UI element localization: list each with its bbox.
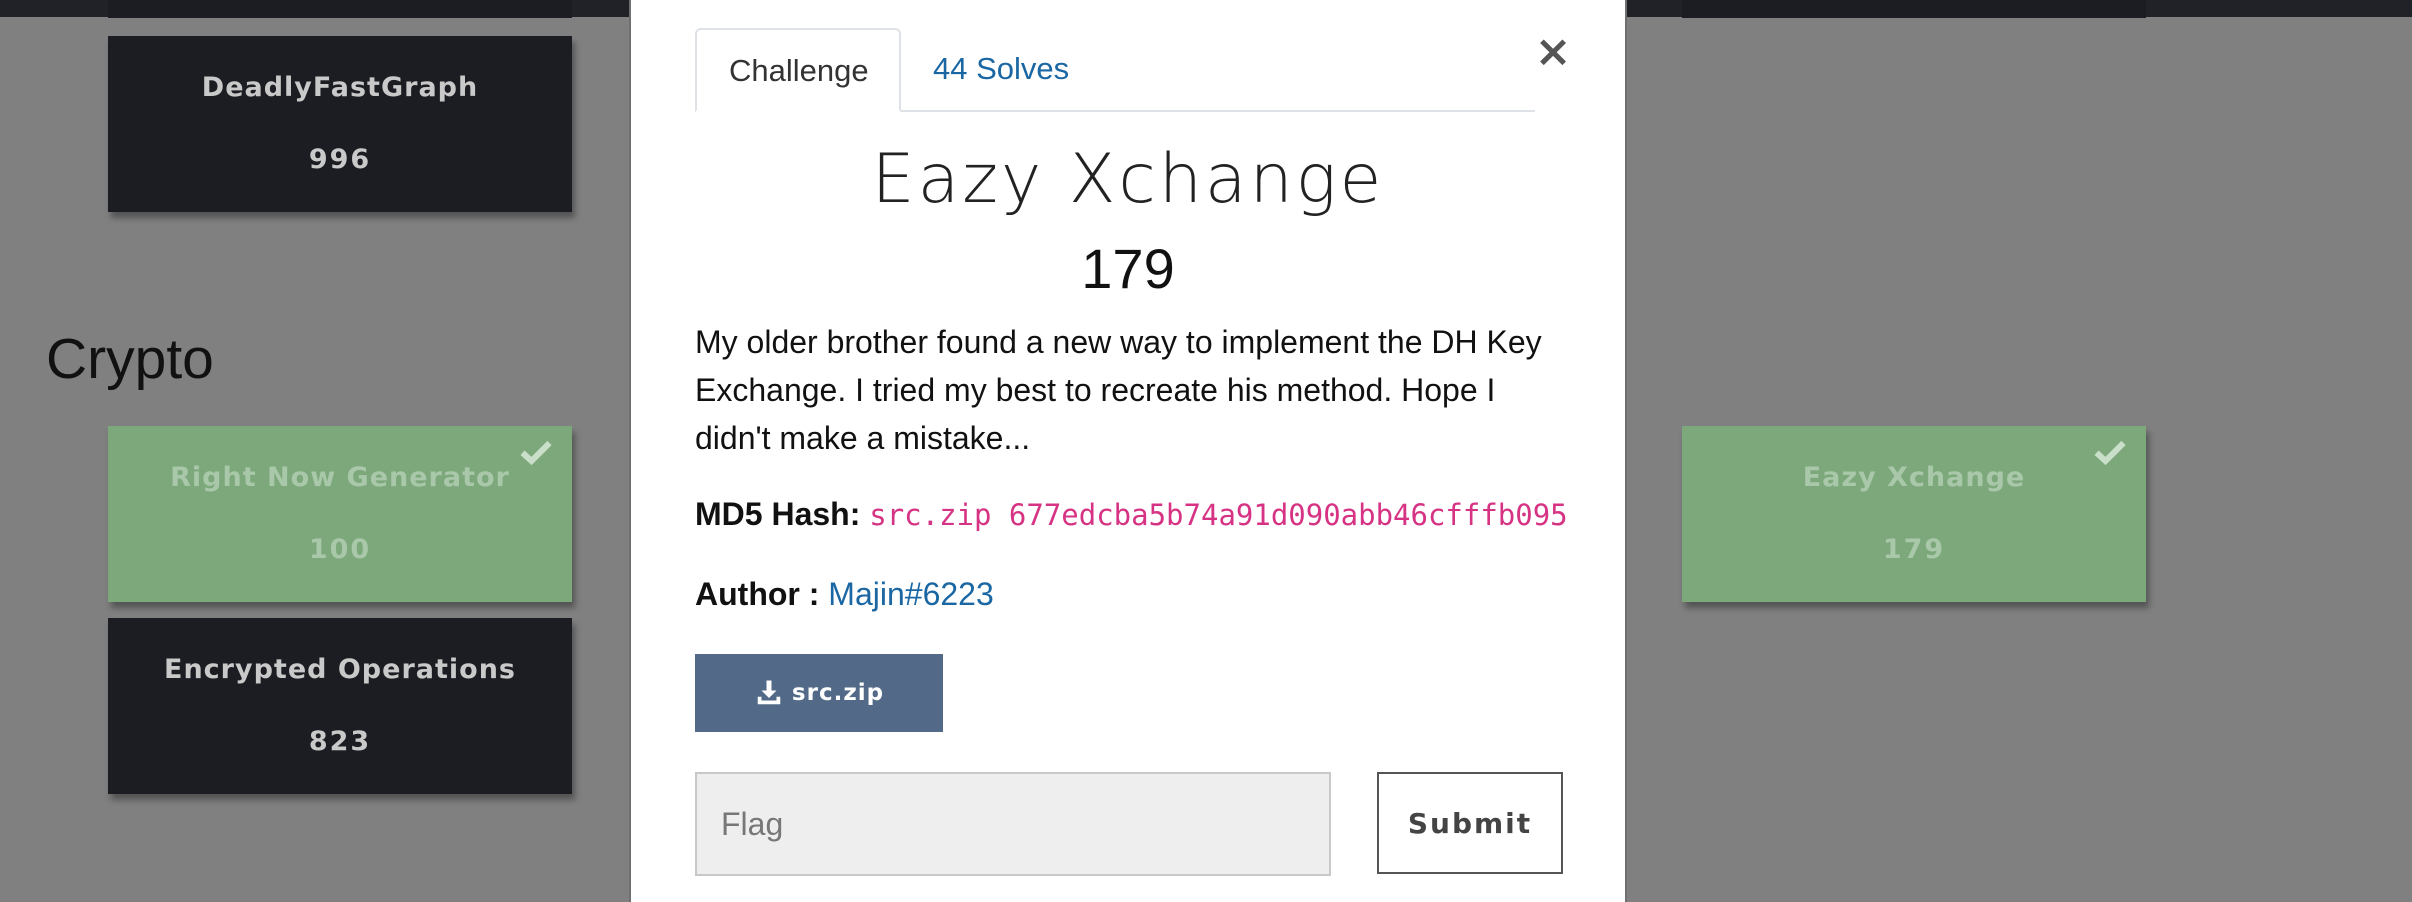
challenge-card-encrypted-operations[interactable]: Encrypted Operations 823 [108,618,572,794]
challenge-description: My older brother found a new way to impl… [695,324,1542,456]
hash-label: MD5 Hash: [695,496,861,532]
close-button[interactable]: × [1531,30,1575,74]
author-row: Author : Majin#6223 [695,576,994,613]
tab-solves[interactable]: 44 Solves [901,28,1101,110]
flag-input[interactable] [695,772,1331,876]
author-label: Author : [695,576,820,612]
author-link[interactable]: Majin#6223 [828,576,993,612]
challenge-card-name: Eazy Xchange [1802,462,2026,493]
challenge-card-name: Encrypted Operations [164,654,516,685]
challenge-card-value: 823 [308,726,372,757]
hash-value: src.zip 677edcba5b74a91d090abb46cfffb095 [869,498,1568,532]
download-file-label: src.zip [791,680,885,706]
challenge-card-value: 996 [308,144,372,175]
modal-tabs: Challenge 44 Solves [695,28,1535,112]
category-title: Crypto [46,327,214,391]
download-icon [757,680,781,705]
challenge-card-name: Right Now Generator [170,462,510,493]
submit-button[interactable]: Submit [1377,772,1563,874]
challenge-value: 179 [1081,237,1175,300]
tab-challenge[interactable]: Challenge [695,28,901,112]
challenge-card-partial[interactable] [1682,0,2146,18]
challenge-card-value: 179 [1882,534,1946,565]
challenge-card-right-now-generator[interactable]: Right Now Generator 100 [108,426,572,602]
download-file-button[interactable]: src.zip [695,654,943,732]
hash-row: MD5 Hash: src.zip 677edcba5b74a91d090abb… [695,496,1568,533]
challenge-card-name: DeadlyFastGraph [201,72,479,103]
challenge-card-deadlyfastgraph[interactable]: DeadlyFastGraph 996 [108,36,572,212]
challenge-card-value: 100 [308,534,372,565]
challenge-card-eazy-xchange[interactable]: Eazy Xchange 179 [1682,426,2146,602]
challenge-title: Eazy Xchange [871,140,1385,219]
challenge-card-partial[interactable] [108,0,572,18]
challenge-modal: Challenge 44 Solves × Eazy Xchange 179 M… [629,0,1627,902]
